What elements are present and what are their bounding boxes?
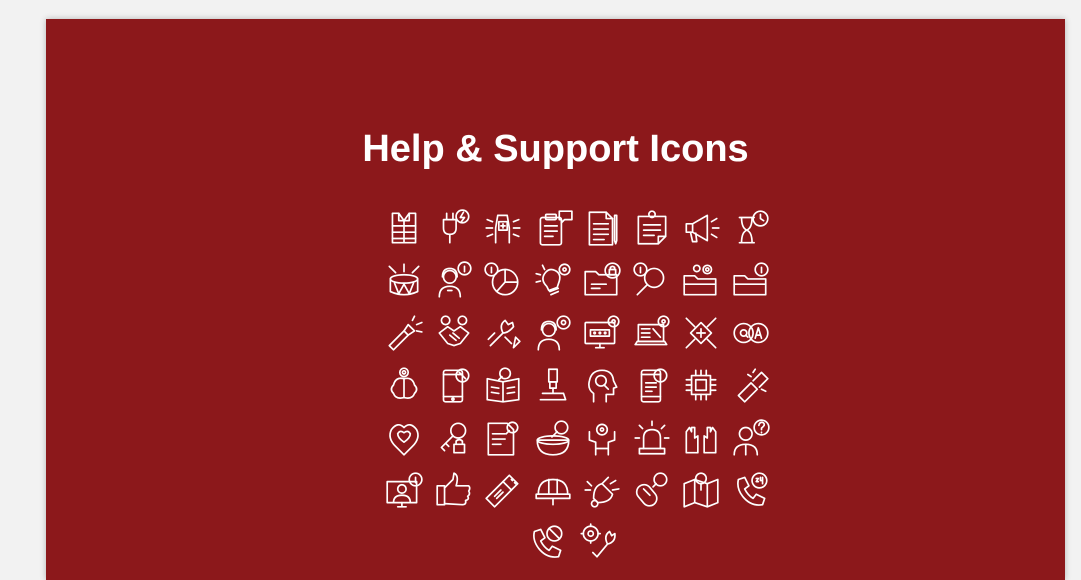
hard-hat-icon bbox=[529, 466, 577, 514]
flashlight-icon bbox=[380, 309, 428, 357]
safety-vest-icon bbox=[380, 204, 428, 252]
clipboard-chat-icon bbox=[529, 204, 577, 252]
icon-grid bbox=[380, 204, 780, 571]
hands-together-icon bbox=[677, 309, 725, 357]
magnifier-info-icon bbox=[628, 256, 676, 304]
support-agent-gear-icon bbox=[529, 309, 577, 357]
gear-wrench-icon bbox=[573, 518, 621, 566]
document-search-icon bbox=[479, 414, 527, 462]
computer-user-info-icon bbox=[380, 466, 428, 514]
usb-drive-icon bbox=[479, 466, 527, 514]
laptop-settings-icon bbox=[628, 309, 676, 357]
book-search-icon bbox=[479, 361, 527, 409]
pie-chart-info-icon bbox=[479, 256, 527, 304]
locked-folder-icon bbox=[578, 256, 626, 304]
head-search-icon bbox=[578, 361, 626, 409]
icon-row bbox=[380, 309, 780, 361]
megaphone-icon bbox=[677, 204, 725, 252]
phone-info-icon bbox=[628, 361, 676, 409]
monitor-password-icon bbox=[578, 309, 626, 357]
bowl-search-icon bbox=[529, 414, 577, 462]
support-agent-info-icon bbox=[430, 256, 478, 304]
icon-row bbox=[380, 204, 780, 256]
icon-row bbox=[380, 361, 780, 413]
drum-burst-icon bbox=[380, 256, 428, 304]
gloves-icon bbox=[677, 414, 725, 462]
heart-location-icon bbox=[380, 414, 428, 462]
cpu-chip-icon bbox=[677, 361, 725, 409]
phone-no-signal-icon bbox=[430, 361, 478, 409]
tools-hand-icon bbox=[479, 309, 527, 357]
broken-battery-icon bbox=[727, 361, 775, 409]
microscope-icon bbox=[529, 361, 577, 409]
brain-gear-icon bbox=[380, 361, 428, 409]
hand-badge-icon bbox=[479, 204, 527, 252]
folder-info-icon bbox=[727, 256, 775, 304]
document-pen-icon bbox=[578, 204, 626, 252]
key-lock-icon bbox=[430, 414, 478, 462]
thumbs-up-icon bbox=[430, 466, 478, 514]
page-title: Help & Support Icons bbox=[362, 128, 749, 170]
icon-row bbox=[380, 256, 780, 308]
lightbulb-gear-icon bbox=[529, 256, 577, 304]
icon-row bbox=[380, 414, 780, 466]
bell-ring-icon bbox=[578, 466, 626, 514]
map-location-icon bbox=[677, 466, 725, 514]
icon-row bbox=[380, 518, 780, 570]
qa-bubbles-icon bbox=[727, 309, 775, 357]
icon-row bbox=[380, 466, 780, 518]
slide-canvas: Help & Support Icons bbox=[46, 19, 1065, 580]
power-plug-icon bbox=[430, 204, 478, 252]
person-question-icon bbox=[727, 414, 775, 462]
handshake-people-icon bbox=[430, 309, 478, 357]
alarm-siren-icon bbox=[628, 414, 676, 462]
hourglass-clock-icon bbox=[727, 204, 775, 252]
phone-blocked-icon bbox=[523, 518, 571, 566]
person-gear-icon bbox=[578, 414, 626, 462]
mouse-search-icon bbox=[628, 466, 676, 514]
folder-gear-icon bbox=[677, 256, 725, 304]
note-pin-icon bbox=[628, 204, 676, 252]
phone-24h-icon bbox=[727, 466, 775, 514]
